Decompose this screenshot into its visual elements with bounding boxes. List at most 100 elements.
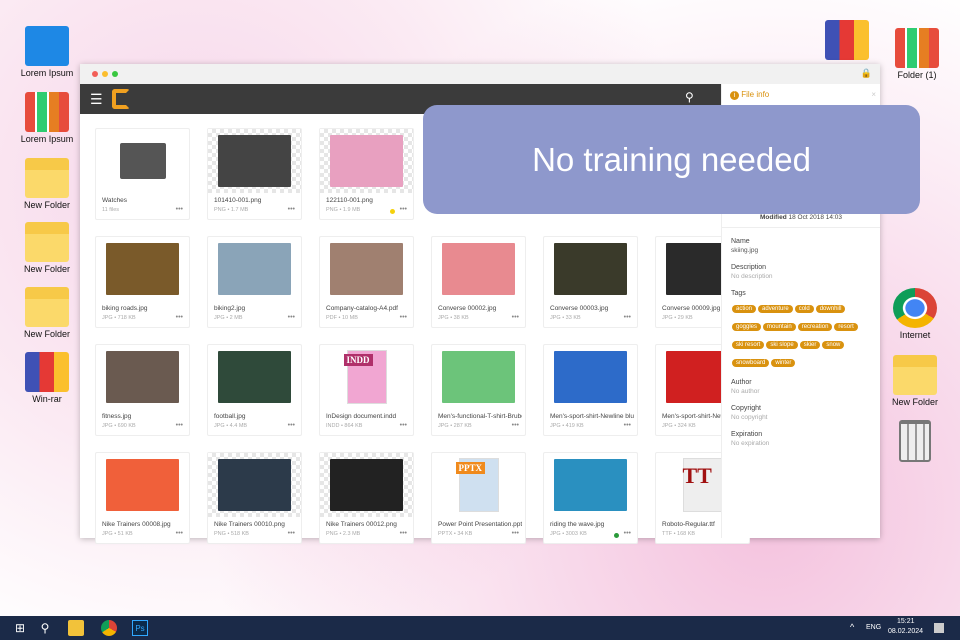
- more-options-icon[interactable]: •••: [288, 314, 295, 321]
- desktop-icon-label: Folder (1): [897, 70, 937, 80]
- windows-start-icon[interactable]: ⊞: [12, 620, 28, 636]
- desktop-icon-computer[interactable]: Lorem Ipsum: [12, 26, 82, 78]
- tag-chip[interactable]: goggles: [732, 323, 762, 331]
- file-meta: JPG • 51 KB: [102, 531, 133, 537]
- name-label: Name: [731, 238, 750, 245]
- more-options-icon[interactable]: •••: [624, 314, 631, 321]
- file-card[interactable]: Converse 00003.jpg JPG • 33 KB •••: [543, 236, 638, 328]
- file-name: Nike Trainers 00010.png: [214, 521, 285, 528]
- maximize-dot[interactable]: [112, 71, 118, 77]
- close-dot[interactable]: [92, 71, 98, 77]
- more-options-icon[interactable]: •••: [512, 530, 519, 537]
- file-card[interactable]: Nike Trainers 00010.png PNG • 518 KB •••: [207, 452, 302, 544]
- chevron-up-icon[interactable]: ^: [850, 622, 854, 632]
- file-card[interactable]: Watches 11 files •••: [95, 128, 190, 220]
- more-options-icon[interactable]: •••: [176, 422, 183, 429]
- more-options-icon[interactable]: •••: [288, 422, 295, 429]
- tag-chip[interactable]: recreation: [797, 323, 833, 331]
- file-explorer-icon[interactable]: [68, 620, 84, 636]
- expiration-value[interactable]: No expiration: [731, 440, 871, 447]
- tag-chip[interactable]: downhill: [815, 305, 846, 313]
- file-card[interactable]: Nike Trainers 00012.png PNG • 2.3 MB •••: [319, 452, 414, 544]
- file-card[interactable]: INDD InDesign document.indd INDD • 864 K…: [319, 344, 414, 436]
- more-options-icon[interactable]: •••: [400, 206, 407, 213]
- desktop-icon-new-folder[interactable]: New Folder: [880, 355, 950, 407]
- clock-date[interactable]: 08.02.2024: [888, 628, 923, 635]
- folder-icon: [25, 287, 69, 327]
- tag-chip[interactable]: skier: [799, 341, 821, 349]
- more-options-icon[interactable]: •••: [624, 422, 631, 429]
- tag-chip[interactable]: mountain: [763, 323, 796, 331]
- tag-chip[interactable]: action: [732, 305, 757, 313]
- file-card[interactable]: 101410-001.png PNG • 1.7 MB •••: [207, 128, 302, 220]
- photoshop-icon[interactable]: Ps: [132, 620, 148, 636]
- more-options-icon[interactable]: •••: [624, 530, 631, 537]
- language-indicator[interactable]: ENG: [866, 624, 881, 631]
- file-card[interactable]: fitness.jpg JPG • 690 KB •••: [95, 344, 190, 436]
- more-options-icon[interactable]: •••: [512, 314, 519, 321]
- more-options-icon[interactable]: •••: [400, 314, 407, 321]
- desktop-icon-folder-1[interactable]: Folder (1): [882, 28, 952, 80]
- file-card[interactable]: Converse 00002.jpg JPG • 38 KB •••: [431, 236, 526, 328]
- menu-icon[interactable]: ☰: [90, 91, 103, 108]
- more-options-icon[interactable]: •••: [176, 314, 183, 321]
- file-meta: PNG • 2.3 MB: [326, 531, 361, 537]
- file-card[interactable]: Men's-functional-T-shirt-Brubeck JPG • 2…: [431, 344, 526, 436]
- tag-chip[interactable]: ski resort: [732, 341, 765, 349]
- modified-label: Modified: [759, 214, 787, 221]
- desktop-icon-folder[interactable]: New Folder: [12, 158, 82, 210]
- file-card[interactable]: 122110-001.png PNG • 1.9 MB •••: [319, 128, 414, 220]
- desktop-icon-internet[interactable]: Internet: [880, 288, 950, 340]
- folder-icon: [119, 143, 166, 179]
- taskbar: ⊞ ⚲ Ps ^ ENG 15:21 08.02.2024: [0, 616, 960, 640]
- desktop-icon-folder[interactable]: New Folder: [12, 287, 82, 339]
- desktop-icon-winrar2[interactable]: [812, 20, 882, 62]
- file-card[interactable]: PPTX Power Point Presentation.pptx PPTX …: [431, 452, 526, 544]
- minimize-dot[interactable]: [102, 71, 108, 77]
- more-options-icon[interactable]: •••: [288, 206, 295, 213]
- tag-chip[interactable]: winter: [771, 359, 796, 367]
- desktop-icon-folder[interactable]: New Folder: [12, 222, 82, 274]
- file-thumbnail: [106, 459, 179, 511]
- tag-chip[interactable]: ski slope: [766, 341, 798, 349]
- file-card[interactable]: biking roads.jpg JPG • 718 KB •••: [95, 236, 190, 328]
- tag-chip[interactable]: cold: [794, 305, 814, 313]
- file-card[interactable]: biking2.jpg JPG • 2 MB •••: [207, 236, 302, 328]
- search-icon[interactable]: ⚲: [685, 90, 694, 104]
- more-options-icon[interactable]: •••: [176, 530, 183, 537]
- file-name: InDesign document.indd: [326, 413, 397, 420]
- notification-icon[interactable]: [934, 623, 944, 633]
- description-value[interactable]: No description: [731, 273, 871, 280]
- more-options-icon[interactable]: •••: [400, 530, 407, 537]
- close-icon[interactable]: ×: [871, 90, 876, 99]
- file-thumbnail: [218, 459, 291, 511]
- more-options-icon[interactable]: •••: [288, 530, 295, 537]
- tag-chip[interactable]: snowboard: [732, 359, 770, 367]
- file-card[interactable]: riding the wave.jpg JPG • 3003 KB •••: [543, 452, 638, 544]
- more-options-icon[interactable]: •••: [400, 422, 407, 429]
- tag-chip[interactable]: snow: [822, 341, 845, 349]
- file-card[interactable]: Men's-sport-shirt-Newline blue JPG • 419…: [543, 344, 638, 436]
- desktop-icon-winrar[interactable]: Win-rar: [12, 352, 82, 404]
- search-icon[interactable]: ⚲: [37, 620, 53, 636]
- author-value[interactable]: No author: [731, 388, 871, 395]
- file-thumbnail: [218, 243, 291, 295]
- more-options-icon[interactable]: •••: [176, 206, 183, 213]
- indd-file-icon: INDD: [343, 350, 387, 404]
- file-meta: INDD • 864 KB: [326, 423, 363, 429]
- more-options-icon[interactable]: •••: [512, 422, 519, 429]
- file-meta: TTF • 168 KB: [662, 531, 696, 537]
- clock-time[interactable]: 15:21: [897, 618, 915, 625]
- file-meta: PNG • 1.9 MB: [326, 207, 361, 213]
- chrome-icon[interactable]: [101, 620, 117, 636]
- desktop-icon-binders[interactable]: Lorem Ipsum: [12, 92, 82, 144]
- panel-title: File info: [741, 90, 770, 99]
- file-card[interactable]: Nike Trainers 00008.jpg JPG • 51 KB •••: [95, 452, 190, 544]
- desktop-icon-recycle-bin[interactable]: [880, 420, 950, 464]
- copyright-value[interactable]: No copyright: [731, 414, 871, 421]
- file-card[interactable]: Company-catalog-A4.pdf PDF • 10 MB •••: [319, 236, 414, 328]
- tag-chip[interactable]: adventure: [758, 305, 793, 313]
- tag-chip[interactable]: resort: [834, 323, 858, 331]
- file-card[interactable]: football.jpg JPG • 4.4 MB •••: [207, 344, 302, 436]
- desktop-icon-label: New Folder: [23, 264, 70, 274]
